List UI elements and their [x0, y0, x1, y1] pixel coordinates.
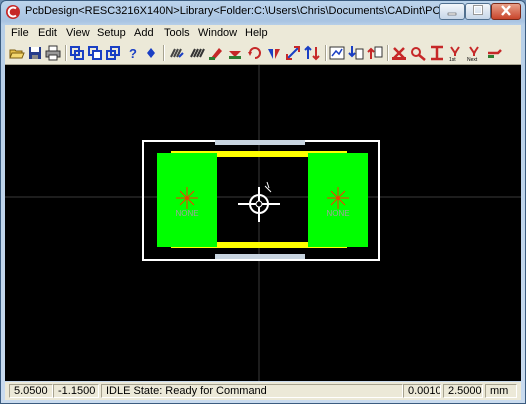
pad-2-label: NONE: [326, 209, 349, 218]
app-window: PcbDesign<RESC3216X140N>Library<Folder:C…: [0, 0, 526, 404]
copy-icon[interactable]: [87, 45, 103, 61]
body-outline-bottom: [215, 254, 305, 259]
help-icon[interactable]: ?: [125, 45, 141, 61]
maximize-button[interactable]: [465, 3, 491, 20]
snap-value: 2.5000: [443, 384, 483, 398]
menu-window[interactable]: Window: [198, 27, 237, 39]
menu-edit[interactable]: Edit: [38, 27, 57, 39]
menu-view[interactable]: View: [66, 27, 90, 39]
toolbar-separator: [163, 45, 165, 61]
y-coordinate: -1.1500: [53, 384, 99, 398]
status-bar: 5.0500 -1.1500 IDLE State: Ready for Com…: [5, 382, 521, 400]
measure-icon[interactable]: [285, 45, 301, 61]
menu-setup[interactable]: Setup: [97, 27, 126, 39]
minimize-button[interactable]: [439, 3, 465, 20]
open-icon[interactable]: [9, 45, 25, 61]
route-icon[interactable]: [169, 45, 185, 61]
body-outline-top: [215, 140, 305, 145]
print-icon[interactable]: [45, 45, 61, 61]
svg-text:1st: 1st: [449, 57, 456, 61]
footprint-drawing: NONE NONE: [5, 65, 521, 381]
x-coordinate: 5.0500: [9, 384, 53, 398]
menu-bar: File Edit View Setup Add Tools Window He…: [5, 25, 521, 43]
toolbar-separator: [65, 45, 67, 61]
svg-text:Next: Next: [467, 57, 478, 61]
import-icon[interactable]: [348, 45, 364, 61]
pointer-icon[interactable]: [143, 45, 159, 61]
first-icon[interactable]: 1st: [448, 45, 464, 61]
align-icon[interactable]: [429, 45, 445, 61]
swap-icon[interactable]: [304, 45, 320, 61]
status-message: IDLE State: Ready for Command: [101, 384, 403, 398]
drc-icon[interactable]: [391, 45, 407, 61]
autoroute-icon[interactable]: [189, 45, 205, 61]
app-logo-icon: [5, 4, 21, 20]
edit-trace-icon[interactable]: [208, 45, 224, 61]
origin-marker: [238, 181, 280, 222]
mirror-icon[interactable]: [266, 45, 282, 61]
tool-icon[interactable]: [487, 45, 503, 61]
pcb-canvas[interactable]: NONE NONE: [5, 65, 521, 381]
rotate-icon[interactable]: [247, 45, 263, 61]
close-button[interactable]: [491, 3, 521, 20]
toolbar-separator: [387, 45, 389, 61]
units-display: mm: [485, 384, 517, 398]
menu-add[interactable]: Add: [134, 27, 154, 39]
zoom-fit-icon[interactable]: [329, 45, 345, 61]
toolbar-separator: [325, 45, 327, 61]
export-icon[interactable]: [367, 45, 383, 61]
window-title: PcbDesign<RESC3216X140N>Library<Folder:C…: [25, 5, 486, 17]
svg-text:?: ?: [129, 46, 137, 61]
pad-1-label: NONE: [175, 209, 198, 218]
menu-help[interactable]: Help: [245, 27, 268, 39]
title-bar[interactable]: PcbDesign<RESC3216X140N>Library<Folder:C…: [1, 1, 525, 23]
menu-tools[interactable]: Tools: [164, 27, 190, 39]
toolbar: ? 1st Next: [5, 42, 521, 65]
add-via-icon[interactable]: [227, 45, 243, 61]
zoom-window-icon[interactable]: [410, 45, 426, 61]
save-icon[interactable]: [27, 45, 43, 61]
next-icon[interactable]: Next: [467, 45, 483, 61]
select-icon[interactable]: [69, 45, 85, 61]
move-icon[interactable]: [105, 45, 121, 61]
menu-file[interactable]: File: [11, 27, 29, 39]
grid-value: 0.0010: [403, 384, 441, 398]
